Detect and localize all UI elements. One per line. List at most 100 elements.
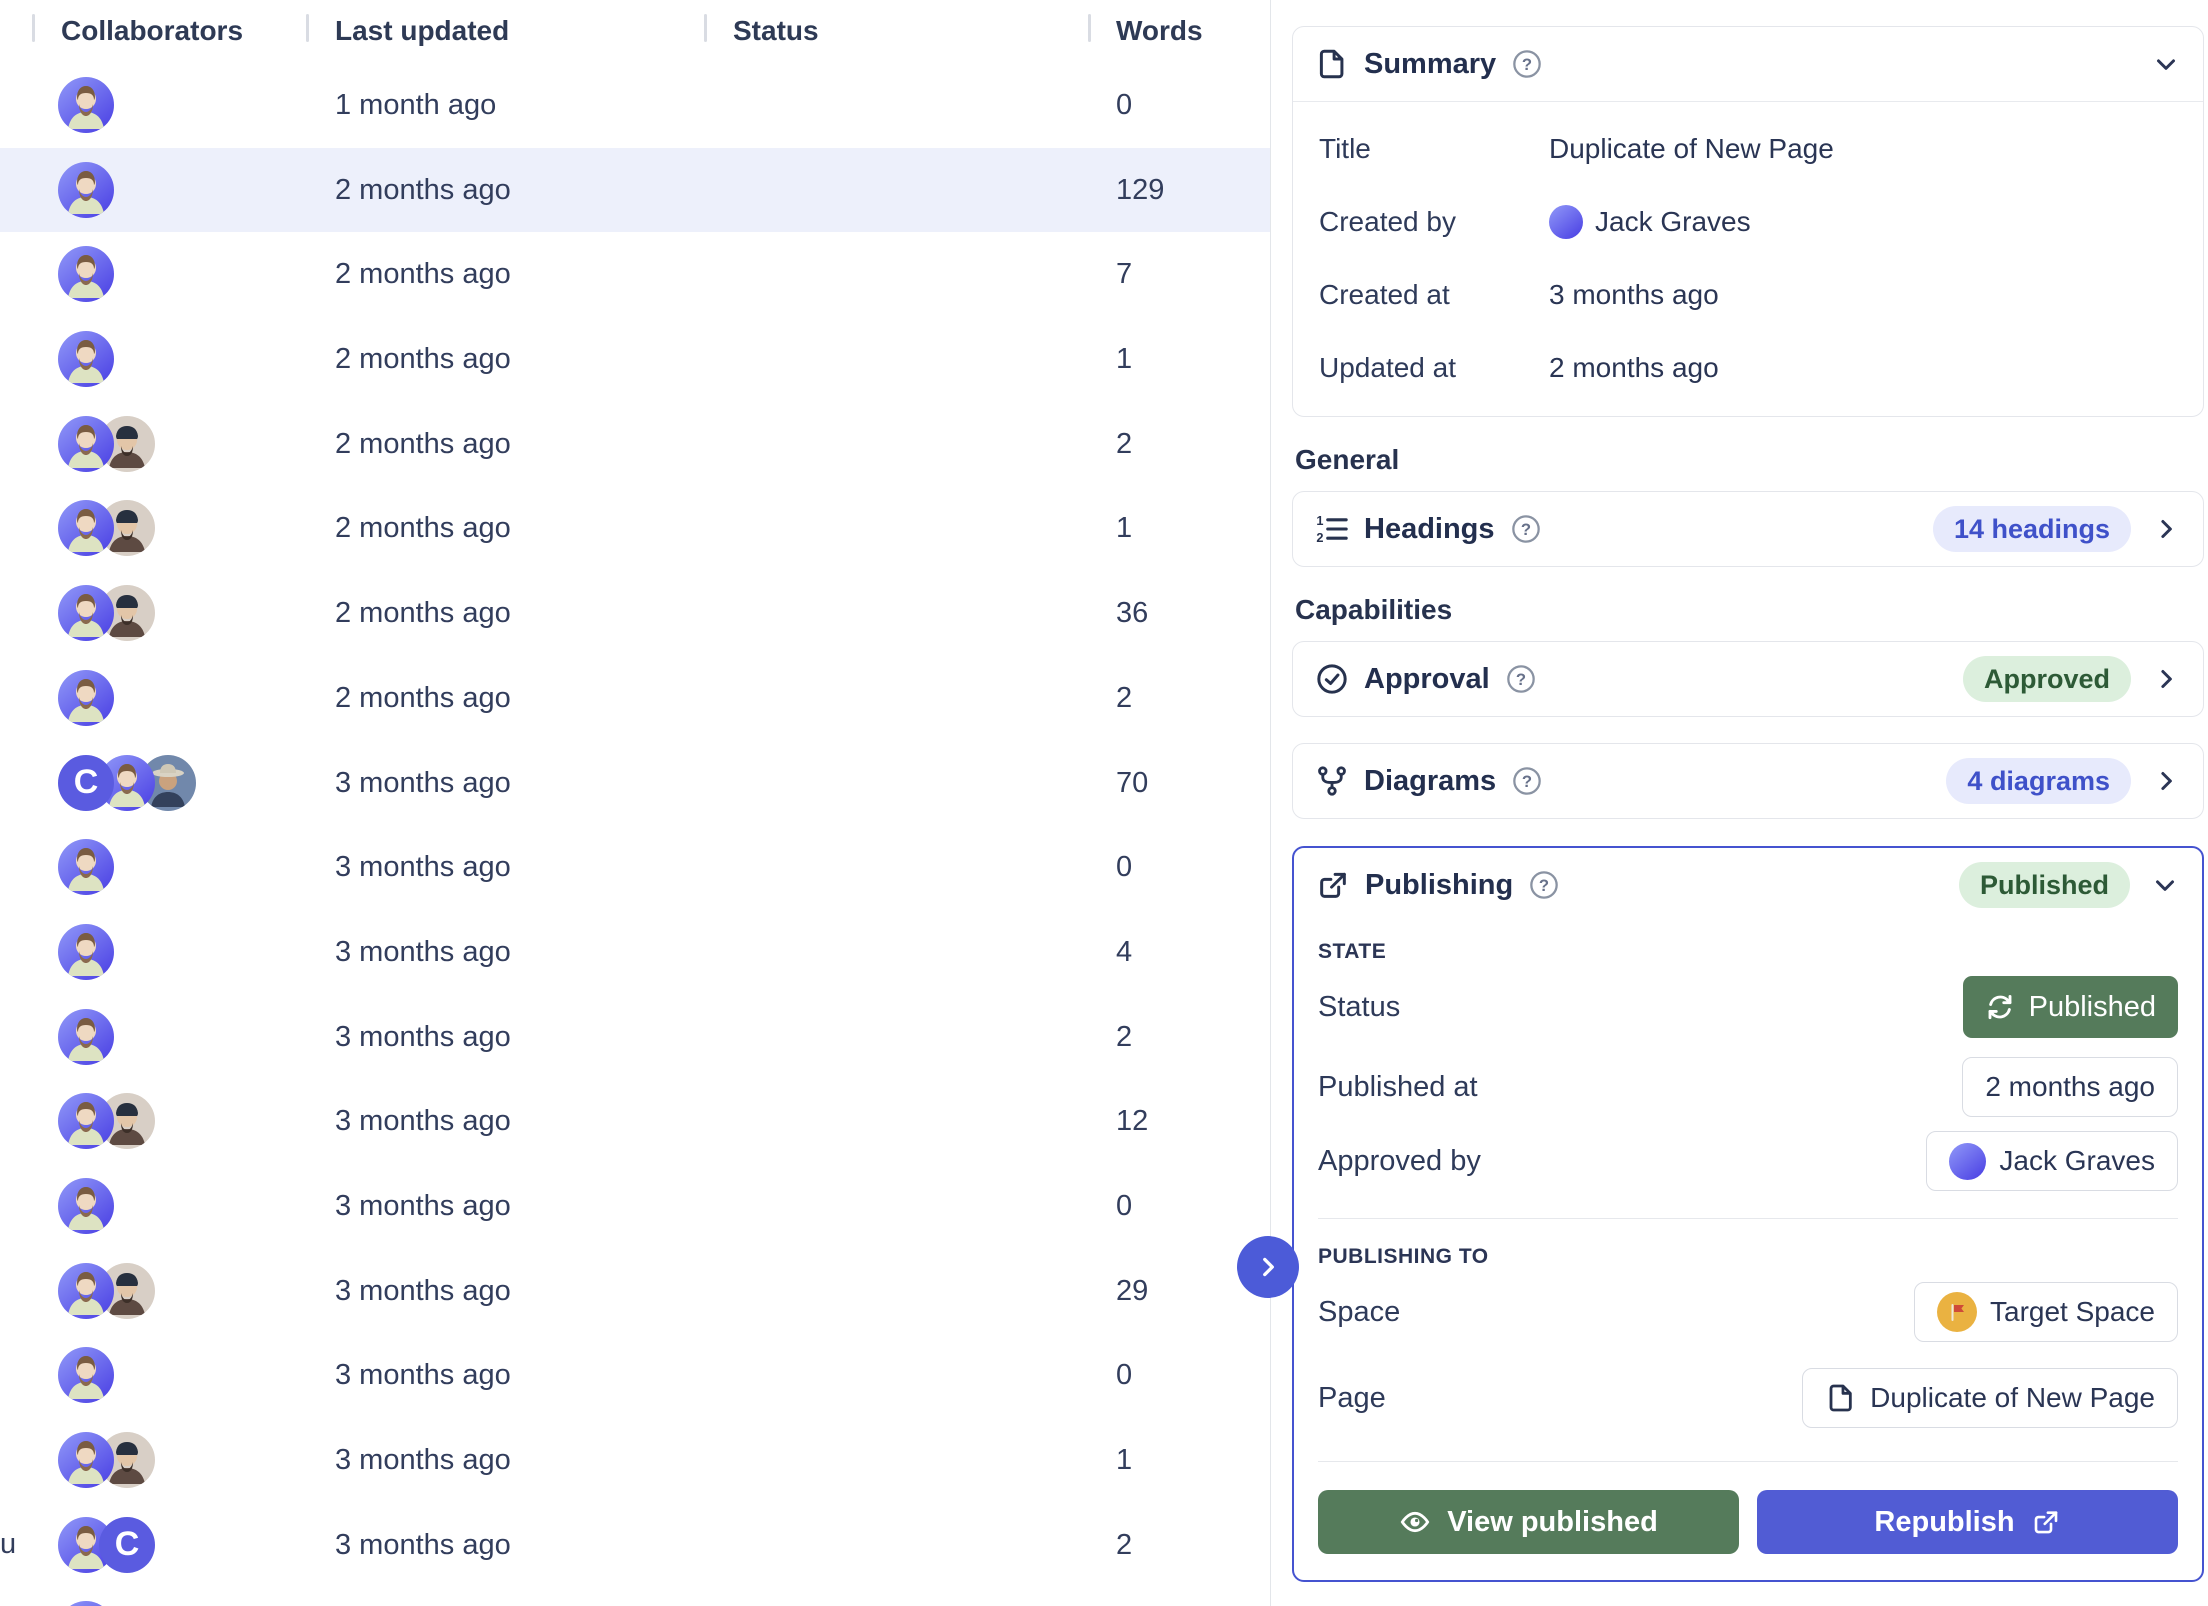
svg-text:2: 2	[1316, 530, 1323, 545]
table-row[interactable]: 2 months ago2	[0, 402, 1270, 487]
table-row[interactable]: 3 months ago 12	[0, 1079, 1270, 1164]
help-icon[interactable]: ?	[1528, 869, 1560, 901]
table-row[interactable]: 3 months ago1	[0, 1418, 1270, 1503]
table-row[interactable]: 3 months ago2	[0, 995, 1270, 1080]
chevron-down-icon[interactable]	[2151, 49, 2181, 79]
publishing-header[interactable]: Publishing ? Published	[1294, 848, 2202, 922]
user-avatar	[58, 1009, 114, 1065]
table-header: Collaborators Last updated Status Words	[0, 0, 1270, 62]
collaborators-cell	[58, 1178, 114, 1234]
publishing-card: Publishing ? Published STATE Status	[1292, 846, 2204, 1582]
summary-row-created-by: Created by Jack Graves	[1293, 185, 2203, 258]
document-icon	[1825, 1382, 1857, 1414]
collaborators-cell	[58, 162, 114, 218]
column-divider	[306, 14, 309, 42]
eye-icon	[1399, 1506, 1431, 1538]
last-updated-cell: 3 months ago	[335, 936, 511, 969]
words-cell: 2	[1116, 682, 1132, 715]
divider	[1318, 1461, 2178, 1462]
last-updated-cell: 2 months ago	[335, 258, 511, 291]
table-row[interactable]: 2 months ago129	[0, 148, 1270, 233]
collaborators-cell	[58, 1263, 155, 1319]
table-row[interactable]: 3 months ago 0	[0, 1164, 1270, 1249]
state-section-label: STATE	[1318, 940, 2178, 964]
last-updated-cell: 3 months ago	[335, 1529, 511, 1562]
help-icon[interactable]: ?	[1511, 765, 1543, 797]
table-row[interactable]	[0, 1587, 1270, 1606]
summary-title: Summary	[1364, 48, 1496, 81]
collaborators-cell: C	[58, 755, 196, 811]
words-cell: 1	[1116, 512, 1132, 545]
publishing-title: Publishing	[1365, 869, 1513, 902]
diagrams-count-badge: 4 diagrams	[1946, 758, 2131, 804]
table-row[interactable]: 3 months ago0	[0, 1333, 1270, 1418]
words-cell: 7	[1116, 258, 1132, 291]
words-cell: 36	[1116, 597, 1148, 630]
updated-at-value: 2 months ago	[1549, 352, 1719, 384]
published-at-row: Published at 2 months ago	[1318, 1050, 2178, 1124]
table-row[interactable]: C3 months ago2	[0, 1503, 1270, 1588]
last-updated-cell: 3 months ago	[335, 1359, 511, 1392]
table-row[interactable]: 2 months ago 7	[0, 232, 1270, 317]
republish-button[interactable]: Republish	[1757, 1490, 2178, 1554]
column-divider	[32, 14, 35, 42]
collaborators-cell	[58, 924, 114, 980]
last-updated-cell: 3 months ago	[335, 1105, 511, 1138]
collaborators-cell	[58, 1009, 114, 1065]
diagrams-card[interactable]: Diagrams ? 4 diagrams	[1292, 743, 2204, 819]
view-published-button[interactable]: View published	[1318, 1490, 1739, 1554]
summary-header[interactable]: Summary ?	[1293, 27, 2203, 101]
user-avatar	[58, 585, 114, 641]
last-updated-cell: 2 months ago	[335, 343, 511, 376]
avatar	[1949, 1143, 1986, 1180]
table-row[interactable]: 3 months ago29	[0, 1249, 1270, 1334]
table-row[interactable]: 3 months ago4	[0, 910, 1270, 995]
table-row[interactable]: 3 months ago0	[0, 825, 1270, 910]
words-cell: 129	[1116, 174, 1164, 207]
user-avatar	[58, 1601, 114, 1606]
words-cell: 29	[1116, 1275, 1148, 1308]
collaborators-cell	[58, 246, 114, 302]
words-cell: 1	[1116, 343, 1132, 376]
last-updated-cell: 2 months ago	[335, 597, 511, 630]
user-avatar	[58, 416, 114, 472]
published-at-chip[interactable]: 2 months ago	[1962, 1057, 2178, 1117]
collapse-panel-button[interactable]	[1237, 1236, 1299, 1298]
approved-by-chip[interactable]: Jack Graves	[1926, 1131, 2178, 1191]
user-avatar	[58, 670, 114, 726]
approval-card[interactable]: Approval ? Approved	[1292, 641, 2204, 717]
user-avatar	[58, 839, 114, 895]
table-row[interactable]: 2 months ago 1	[0, 486, 1270, 571]
summary-row-title: Title Duplicate of New Page	[1293, 112, 2203, 185]
clipped-page-title-text: u	[0, 1528, 16, 1561]
chevron-right-icon	[2151, 766, 2181, 796]
user-avatar	[58, 162, 114, 218]
words-cell: 70	[1116, 767, 1148, 800]
help-icon[interactable]: ?	[1510, 513, 1542, 545]
words-cell: 1	[1116, 1444, 1132, 1477]
help-icon[interactable]: ?	[1505, 663, 1537, 695]
publishing-to-section-label: PUBLISHING TO	[1318, 1245, 2178, 1269]
target-page-chip[interactable]: Duplicate of New Page	[1802, 1368, 2178, 1428]
help-icon[interactable]: ?	[1511, 48, 1543, 80]
target-space-chip[interactable]: Target Space	[1914, 1282, 2178, 1342]
published-status-button[interactable]: Published	[1963, 976, 2178, 1038]
table-row[interactable]: 2 months ago2	[0, 656, 1270, 741]
table-row[interactable]: 1 month ago0	[0, 63, 1270, 148]
workspace-logo-avatar: C	[58, 755, 114, 811]
headings-card[interactable]: 12 Headings ? 14 headings	[1292, 491, 2204, 567]
last-updated-cell: 3 months ago	[335, 1190, 511, 1223]
branch-diagram-icon	[1315, 764, 1349, 798]
space-flag-icon	[1937, 1292, 1977, 1332]
collaborators-cell	[58, 416, 155, 472]
last-updated-cell: 2 months ago	[335, 512, 511, 545]
svg-text:?: ?	[1522, 772, 1532, 791]
table-row[interactable]: 2 months ago 1	[0, 317, 1270, 402]
column-divider	[1088, 14, 1091, 42]
words-cell: 0	[1116, 1190, 1132, 1223]
app-window: Collaborators Last updated Status Words …	[0, 0, 2208, 1606]
table-row[interactable]: C3 months ago70	[0, 741, 1270, 826]
user-avatar	[58, 1347, 114, 1403]
words-cell: 12	[1116, 1105, 1148, 1138]
table-row[interactable]: 2 months ago 36	[0, 571, 1270, 656]
